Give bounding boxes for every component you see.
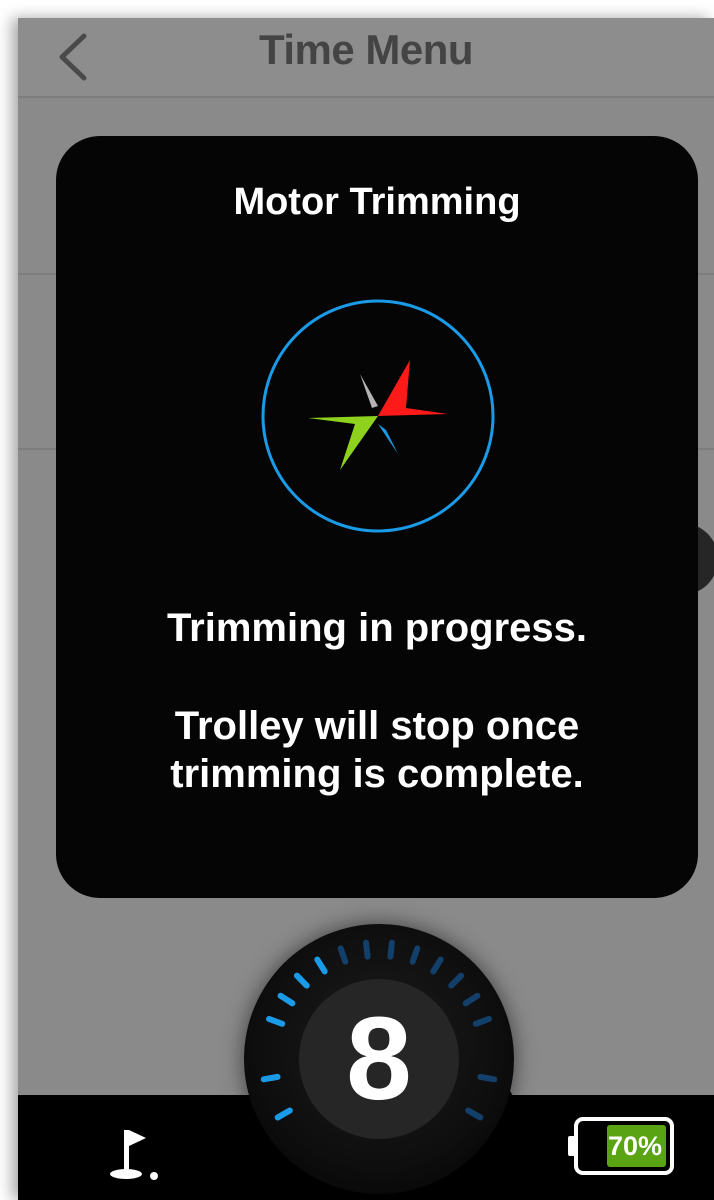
message-line: Trimming in progress. bbox=[166, 606, 588, 650]
dialog-message: Trimming in progress. Trolley will stop … bbox=[86, 604, 668, 798]
dialog-title: Motor Trimming bbox=[233, 181, 521, 223]
app-screen: Time Menu Motor Trimming Trimming in pro… bbox=[18, 18, 714, 1200]
message-line: Trolley will stop once trimming is compl… bbox=[170, 704, 584, 796]
top-bar: Time Menu bbox=[18, 18, 714, 96]
divider bbox=[18, 96, 714, 98]
battery-indicator: 70% bbox=[566, 1116, 676, 1176]
page-title: Time Menu bbox=[258, 26, 474, 73]
golf-flag-icon[interactable] bbox=[108, 1116, 168, 1186]
compass-star-icon bbox=[261, 299, 495, 533]
speed-value: 8 bbox=[346, 993, 412, 1125]
motor-trimming-dialog: Motor Trimming Trimming in progress. Tro… bbox=[56, 136, 698, 898]
speed-dial[interactable]: 8 bbox=[244, 924, 514, 1194]
battery-percentage: 70% bbox=[607, 1131, 663, 1161]
